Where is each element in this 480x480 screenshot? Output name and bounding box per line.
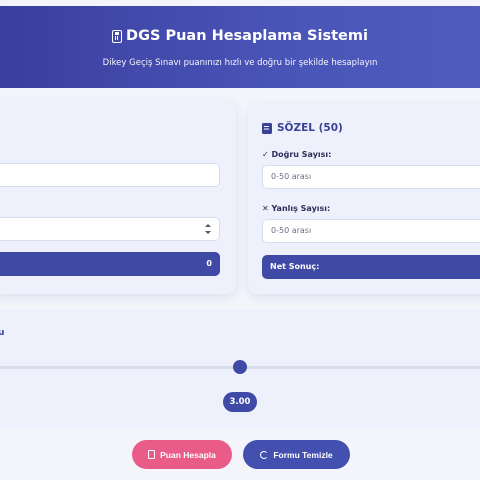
page-subtitle: Dikey Geçiş Sınavı puanınızı hızlı ve do…	[102, 58, 378, 68]
left-net-result: 0	[0, 252, 220, 276]
clear-form-button[interactable]: Formu Temizle	[243, 440, 350, 469]
sozel-net-label: Net Sonuç:	[270, 262, 320, 271]
calculate-score-label: Puan Hesapla	[160, 449, 216, 460]
gpa-slider-card: u 3.00	[0, 310, 480, 428]
book-icon	[262, 122, 272, 134]
slider-value-badge: 3.00	[223, 392, 257, 412]
sozel-wrong-label: ✕ Yanlış Sayısı:	[262, 204, 331, 213]
left-net-value: 0	[206, 259, 212, 268]
page-title: DGS Puan Hesaplama Sistemi	[0, 28, 480, 44]
clear-form-label: Formu Temizle	[273, 449, 333, 460]
sozel-section-card: SÖZEL (50) ✓ Doğru Sayısı: 0-50 arası ✕ …	[248, 104, 480, 294]
left-correct-input[interactable]	[0, 163, 220, 187]
sozel-title: SÖZEL (50)	[262, 122, 343, 134]
sozel-correct-input[interactable]: 0-50 arası	[262, 165, 480, 189]
sozel-wrong-input[interactable]: 0-50 arası	[262, 219, 480, 243]
slider-section-label: u	[0, 328, 5, 338]
sozel-net-result: Net Sonuç:	[262, 255, 480, 279]
refresh-icon	[260, 450, 269, 459]
calculator-icon	[112, 29, 123, 43]
sozel-title-text: SÖZEL (50)	[277, 122, 343, 134]
sozel-correct-label: ✓ Doğru Sayısı:	[262, 150, 332, 159]
page-title-text: DGS Puan Hesaplama Sistemi	[126, 28, 368, 44]
calculator-icon	[148, 450, 156, 459]
left-section-card: 0	[0, 100, 236, 294]
spinner-arrows-icon[interactable]	[205, 224, 211, 234]
left-wrong-input[interactable]	[0, 217, 220, 241]
page-header: DGS Puan Hesaplama Sistemi Dikey Geçiş S…	[0, 6, 480, 88]
slider-thumb[interactable]	[233, 360, 247, 374]
calculate-score-button[interactable]: Puan Hesapla	[132, 440, 232, 469]
